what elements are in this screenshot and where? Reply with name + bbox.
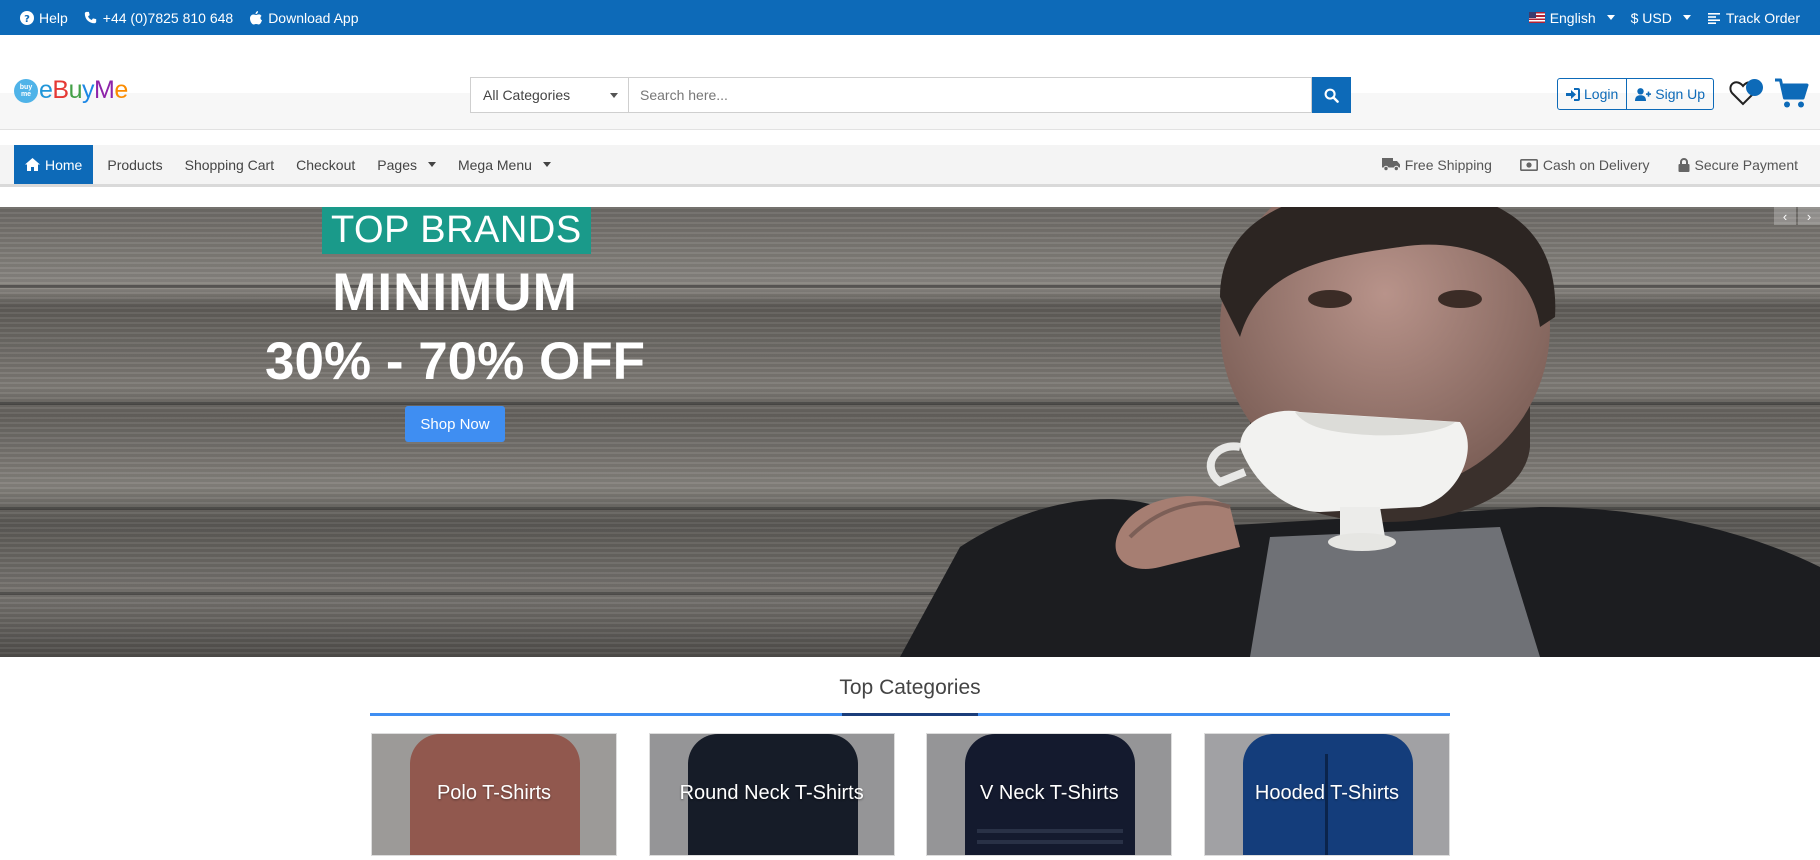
category-card[interactable]: Polo T-Shirts xyxy=(371,733,617,856)
top-bar-right: English $ USD Track Order xyxy=(1528,9,1800,26)
nav-home-label: Home xyxy=(45,156,83,173)
phone-link[interactable]: +44 (0)7825 810 648 xyxy=(84,10,233,26)
chevron-right-icon: › xyxy=(1806,208,1812,224)
nav-shopping-cart-label: Shopping Cart xyxy=(184,156,275,173)
category-label: Polo T-Shirts xyxy=(436,782,552,804)
category-card[interactable]: V Neck T-Shirts xyxy=(926,733,1173,856)
carousel-controls: ‹ › xyxy=(1774,207,1820,225)
wishlist-count-badge xyxy=(1746,79,1763,96)
apple-icon xyxy=(249,10,263,25)
search-button[interactable] xyxy=(1312,77,1351,113)
carousel-next-button[interactable]: › xyxy=(1798,207,1820,225)
carousel-prev-button[interactable]: ‹ xyxy=(1774,207,1796,225)
auth-buttons: Login Sign Up xyxy=(1557,78,1715,110)
home-icon xyxy=(25,158,40,171)
currency-label: $ USD xyxy=(1630,9,1672,26)
category-card[interactable]: Hooded T-Shirts xyxy=(1203,733,1450,856)
category-label: V Neck T-Shirts xyxy=(980,782,1119,804)
chevron-down-icon xyxy=(610,92,618,98)
search-bar: All Categories xyxy=(470,77,1351,113)
logo[interactable]: buy me eBuyMe xyxy=(14,76,128,105)
nav-checkout-label: Checkout xyxy=(296,156,356,173)
nav-links: Home Products Shopping Cart Checkout Pag… xyxy=(14,145,565,184)
question-circle-icon: ? xyxy=(20,10,34,25)
category-card[interactable]: Round Neck T-Shirts xyxy=(648,733,895,856)
category-select[interactable]: All Categories xyxy=(470,77,629,113)
signup-button[interactable]: Sign Up xyxy=(1626,79,1713,109)
login-button[interactable]: Login xyxy=(1558,79,1626,109)
nav-products[interactable]: Products xyxy=(99,145,170,184)
phone-icon xyxy=(84,11,98,25)
top-bar: ? Help +44 (0)7825 810 648 Download App … xyxy=(0,0,1820,35)
download-app-link[interactable]: Download App xyxy=(249,10,358,26)
hero-model-image xyxy=(900,207,1820,657)
nav-home[interactable]: Home xyxy=(14,145,94,184)
section-title: Top Categories xyxy=(839,676,981,699)
shopping-cart-icon xyxy=(1775,78,1809,108)
free-shipping-info: Free Shipping xyxy=(1374,145,1500,184)
logo-wordmark: eBuyMe xyxy=(39,76,128,104)
category-grid: Polo T-Shirts Round Neck T-Shirts V Neck… xyxy=(371,733,1450,856)
lock-icon xyxy=(1678,157,1689,172)
chevron-down-icon xyxy=(542,162,551,167)
nav-mega-menu-label: Mega Menu xyxy=(457,156,532,173)
chevron-down-icon xyxy=(1682,15,1691,20)
search-icon xyxy=(1324,88,1339,103)
sign-in-icon xyxy=(1566,87,1580,101)
category-label: Hooded T-Shirts xyxy=(1254,782,1400,804)
logo-badge: buy me xyxy=(14,78,38,103)
hero-discount: 30% - 70% OFF xyxy=(265,332,645,391)
section-divider xyxy=(370,713,1450,716)
svg-text:?: ? xyxy=(24,14,30,25)
nav-features: Free Shipping Cash on Delivery Secure Pa… xyxy=(1362,145,1806,184)
chevron-down-icon xyxy=(1606,15,1615,20)
cash-on-delivery-label: Cash on Delivery xyxy=(1542,156,1650,173)
nav-products-label: Products xyxy=(107,156,163,173)
signup-label: Sign Up xyxy=(1655,86,1706,102)
shop-now-button[interactable]: Shop Now xyxy=(405,406,505,442)
nav-shopping-cart[interactable]: Shopping Cart xyxy=(177,145,283,184)
cash-on-delivery-info: Cash on Delivery xyxy=(1512,145,1658,184)
currency-dropdown[interactable]: $ USD xyxy=(1631,10,1691,26)
list-icon xyxy=(1707,11,1721,25)
phone-number: +44 (0)7825 810 648 xyxy=(102,9,234,26)
hero-tag: TOP BRANDS xyxy=(322,207,591,254)
help-link[interactable]: ? Help xyxy=(20,10,68,26)
help-label: Help xyxy=(39,9,68,26)
cart-button[interactable] xyxy=(1775,77,1809,109)
secure-payment-info: Secure Payment xyxy=(1670,145,1807,184)
wishlist-button[interactable] xyxy=(1729,79,1763,108)
category-select-value: All Categories xyxy=(483,87,571,103)
login-label: Login xyxy=(1584,86,1619,102)
chevron-down-icon xyxy=(427,162,436,167)
language-dropdown[interactable]: English xyxy=(1528,9,1615,26)
money-bill-icon xyxy=(1519,158,1538,171)
track-order-link[interactable]: Track Order xyxy=(1707,10,1800,26)
truck-icon xyxy=(1381,158,1400,171)
language-label: English xyxy=(1549,9,1596,26)
free-shipping-label: Free Shipping xyxy=(1404,156,1492,173)
nav-pages-label: Pages xyxy=(377,156,417,173)
nav-checkout[interactable]: Checkout xyxy=(288,145,363,184)
hero-headline: MINIMUM xyxy=(332,263,578,322)
track-order-label: Track Order xyxy=(1725,9,1800,26)
search-input[interactable] xyxy=(629,77,1312,113)
main-nav: Home Products Shopping Cart Checkout Pag… xyxy=(0,145,1820,187)
hero-banner: TOP BRANDS MINIMUM 30% - 70% OFF Shop No… xyxy=(0,207,1820,657)
category-label: Round Neck T-Shirts xyxy=(679,782,864,804)
download-app-label: Download App xyxy=(268,9,359,26)
nav-pages-dropdown[interactable]: Pages xyxy=(369,145,444,184)
nav-mega-menu-dropdown[interactable]: Mega Menu xyxy=(450,145,559,184)
us-flag-icon xyxy=(1528,12,1545,23)
section-divider-highlight xyxy=(842,713,978,716)
chevron-left-icon: ‹ xyxy=(1782,208,1788,224)
top-bar-left: ? Help +44 (0)7825 810 648 Download App xyxy=(20,10,358,26)
secure-payment-label: Secure Payment xyxy=(1694,156,1799,173)
user-plus-icon xyxy=(1635,87,1652,101)
